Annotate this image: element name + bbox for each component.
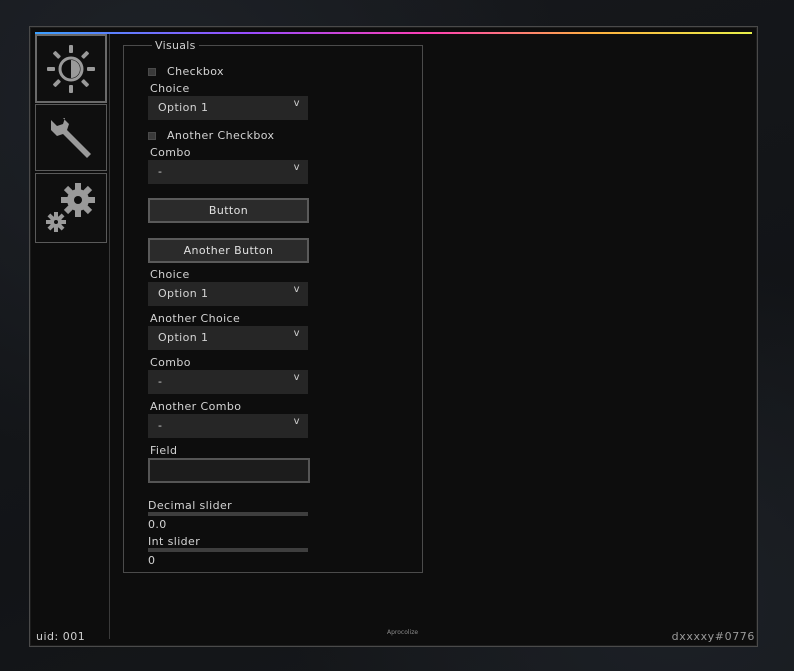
another-button[interactable]: Another Button bbox=[148, 238, 309, 263]
tab-misc[interactable] bbox=[35, 104, 107, 171]
accent-bar bbox=[35, 32, 752, 34]
user-tag: dxxxxy#0776 bbox=[671, 630, 755, 643]
chevron-down-icon: v bbox=[293, 162, 300, 173]
uid-text: uid: 001 bbox=[36, 630, 86, 643]
int-slider-label: Int slider bbox=[148, 535, 201, 548]
gears-icon bbox=[41, 178, 101, 238]
chevron-down-icon: v bbox=[293, 328, 300, 339]
decimal-slider[interactable] bbox=[148, 512, 308, 516]
groupbox-title: Visuals bbox=[152, 39, 199, 52]
checkbox-1-label: Checkbox bbox=[167, 65, 224, 78]
combo-2-value: - bbox=[158, 375, 163, 388]
checkbox-1[interactable]: Checkbox bbox=[148, 65, 224, 78]
choice-3-label: Another Choice bbox=[150, 312, 241, 325]
field-label: Field bbox=[150, 444, 178, 457]
decimal-slider-label: Decimal slider bbox=[148, 499, 233, 512]
choice-1-dropdown[interactable]: Option 1 v bbox=[148, 96, 308, 120]
combo-3-dropdown[interactable]: - v bbox=[148, 414, 308, 438]
combo-1-value: - bbox=[158, 165, 163, 178]
combo-3-value: - bbox=[158, 419, 163, 432]
checkbox-2-label: Another Checkbox bbox=[167, 129, 275, 142]
chevron-down-icon: v bbox=[293, 98, 300, 109]
chevron-down-icon: v bbox=[293, 284, 300, 295]
visuals-groupbox: Visuals Checkbox Choice Option 1 v Anoth… bbox=[123, 39, 423, 573]
brightness-icon bbox=[43, 41, 99, 97]
choice-2-value: Option 1 bbox=[158, 287, 209, 300]
choice-3-dropdown[interactable]: Option 1 v bbox=[148, 326, 308, 350]
chevron-down-icon: v bbox=[293, 372, 300, 383]
checkbox-2[interactable]: Another Checkbox bbox=[148, 129, 274, 142]
wrench-icon bbox=[43, 110, 99, 166]
tab-settings[interactable] bbox=[35, 173, 107, 243]
tab-visuals[interactable] bbox=[35, 34, 107, 103]
choice-3-value: Option 1 bbox=[158, 331, 209, 344]
chevron-down-icon: v bbox=[293, 416, 300, 427]
combo-1-dropdown[interactable]: - v bbox=[148, 160, 308, 184]
footer-center-text: Aprocolize bbox=[387, 629, 419, 636]
choice-1-value: Option 1 bbox=[158, 101, 209, 114]
checkbox-box[interactable] bbox=[148, 67, 156, 76]
text-field[interactable] bbox=[148, 458, 310, 483]
sidebar bbox=[34, 34, 110, 639]
int-slider[interactable] bbox=[148, 548, 308, 552]
choice-1-label: Choice bbox=[150, 82, 190, 95]
choice-2-label: Choice bbox=[150, 268, 190, 281]
combo-2-label: Combo bbox=[150, 356, 191, 369]
combo-1-label: Combo bbox=[150, 146, 191, 159]
int-slider-value: 0 bbox=[148, 554, 156, 567]
combo-3-label: Another Combo bbox=[150, 400, 242, 413]
choice-2-dropdown[interactable]: Option 1 v bbox=[148, 282, 308, 306]
decimal-slider-value: 0.0 bbox=[148, 518, 167, 531]
menu-window: Visuals Checkbox Choice Option 1 v Anoth… bbox=[29, 26, 758, 647]
button[interactable]: Button bbox=[148, 198, 309, 223]
checkbox-box[interactable] bbox=[148, 131, 156, 140]
combo-2-dropdown[interactable]: - v bbox=[148, 370, 308, 394]
